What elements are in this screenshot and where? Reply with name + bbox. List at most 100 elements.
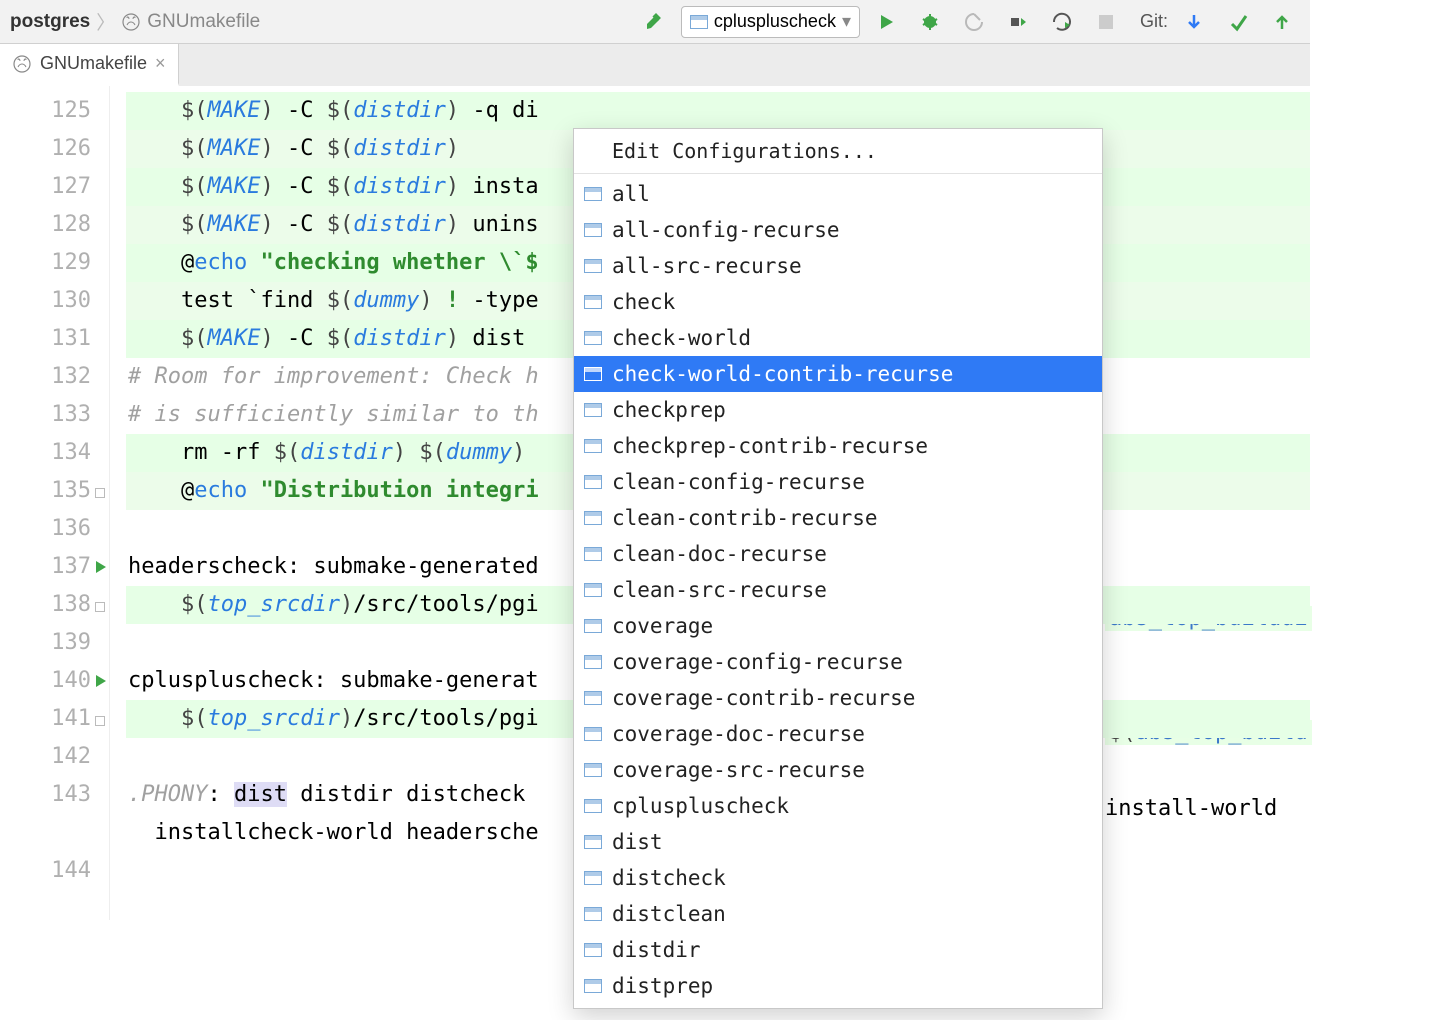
line-number: 129 xyxy=(0,244,91,282)
config-item-check-world-contrib-recurse[interactable]: check-world-contrib-recurse xyxy=(574,356,1102,392)
config-item-label: all-src-recurse xyxy=(612,254,802,278)
close-icon[interactable]: × xyxy=(155,53,166,74)
config-icon xyxy=(584,763,602,777)
config-item-all-config-recurse[interactable]: all-config-recurse xyxy=(574,212,1102,248)
line-number: 126 xyxy=(0,130,91,168)
config-icon xyxy=(584,583,602,597)
config-item-all-src-recurse[interactable]: all-src-recurse xyxy=(574,248,1102,284)
config-icon xyxy=(584,223,602,237)
config-item-all[interactable]: all xyxy=(574,176,1102,212)
config-icon xyxy=(584,619,602,633)
git-label: Git: xyxy=(1140,11,1168,32)
config-item-distdir[interactable]: distdir xyxy=(574,932,1102,968)
line-number: 130 xyxy=(0,282,91,320)
line-number: 127 xyxy=(0,168,91,206)
line-number: 125 xyxy=(0,92,91,130)
line-number: 143 xyxy=(0,776,91,814)
coverage-icon[interactable] xyxy=(956,6,992,38)
config-item-checkprep-contrib-recurse[interactable]: checkprep-contrib-recurse xyxy=(574,428,1102,464)
config-item-label: clean-contrib-recurse xyxy=(612,506,878,530)
config-item-coverage[interactable]: coverage xyxy=(574,608,1102,644)
config-item-coverage-doc-recurse[interactable]: coverage-doc-recurse xyxy=(574,716,1102,752)
config-item-label: coverage-contrib-recurse xyxy=(612,686,915,710)
line-number: 140 xyxy=(0,662,91,700)
config-item-check-world[interactable]: check-world xyxy=(574,320,1102,356)
config-item-label: coverage xyxy=(612,614,713,638)
config-icon xyxy=(584,187,602,201)
config-item-label: distdir xyxy=(612,938,701,962)
line-number: 139 xyxy=(0,624,91,662)
config-item-check[interactable]: check xyxy=(574,284,1102,320)
config-icon xyxy=(584,511,602,525)
gnu-icon xyxy=(121,12,141,32)
config-item-clean-doc-recurse[interactable]: clean-doc-recurse xyxy=(574,536,1102,572)
config-item-coverage-contrib-recurse[interactable]: coverage-contrib-recurse xyxy=(574,680,1102,716)
breadcrumb: postgres 〉 GNUmakefile xyxy=(10,8,260,35)
breadcrumb-project[interactable]: postgres xyxy=(10,11,90,33)
tab-gnumakefile[interactable]: GNUmakefile × xyxy=(0,44,179,86)
config-item-distcheck[interactable]: distcheck xyxy=(574,860,1102,896)
config-icon xyxy=(584,259,602,273)
build-hammer-icon[interactable] xyxy=(637,6,673,38)
config-item-distprep[interactable]: distprep xyxy=(574,968,1102,1004)
profile-icon[interactable] xyxy=(1000,6,1036,38)
line-number xyxy=(0,814,91,852)
config-item-label: coverage-doc-recurse xyxy=(612,722,865,746)
breadcrumb-file[interactable]: GNUmakefile xyxy=(147,11,260,33)
line-number: 138 xyxy=(0,586,91,624)
line-number: 144 xyxy=(0,852,91,890)
config-item-label: coverage-config-recurse xyxy=(612,650,903,674)
config-item-dist[interactable]: dist xyxy=(574,824,1102,860)
code-editor[interactable]: 1251261271281291301311321331341351361371… xyxy=(0,86,1310,920)
config-icon xyxy=(690,15,708,29)
git-update-icon[interactable] xyxy=(1176,6,1212,38)
config-item-label: clean-doc-recurse xyxy=(612,542,827,566)
code-line[interactable]: $(MAKE) -C $(distdir) -q di xyxy=(126,92,1310,130)
config-item-coverage-config-recurse[interactable]: coverage-config-recurse xyxy=(574,644,1102,680)
line-number: 134 xyxy=(0,434,91,472)
line-gutter: 1251261271281291301311321331341351361371… xyxy=(0,86,110,920)
edit-configurations[interactable]: Edit Configurations... xyxy=(574,129,1102,173)
config-item-label: clean-config-recurse xyxy=(612,470,865,494)
debug-icon[interactable] xyxy=(912,6,948,38)
separator xyxy=(574,173,1102,174)
config-icon xyxy=(584,871,602,885)
breadcrumb-separator: 〉 xyxy=(96,8,115,35)
run-with-icon[interactable] xyxy=(1044,6,1080,38)
config-item-clean-contrib-recurse[interactable]: clean-contrib-recurse xyxy=(574,500,1102,536)
line-number: 141 xyxy=(0,700,91,738)
config-item-cpluspluscheck[interactable]: cpluspluscheck xyxy=(574,788,1102,824)
config-icon xyxy=(584,943,602,957)
config-item-coverage-src-recurse[interactable]: coverage-src-recurse xyxy=(574,752,1102,788)
config-item-label: checkprep-contrib-recurse xyxy=(612,434,928,458)
config-item-checkprep[interactable]: checkprep xyxy=(574,392,1102,428)
run-icon[interactable] xyxy=(868,6,904,38)
config-item-distclean[interactable]: distclean xyxy=(574,896,1102,932)
config-item-label: all xyxy=(612,182,650,206)
config-item-label: check-world xyxy=(612,326,751,350)
git-commit-icon[interactable] xyxy=(1220,6,1256,38)
config-icon xyxy=(584,403,602,417)
line-number: 132 xyxy=(0,358,91,396)
line-number: 128 xyxy=(0,206,91,244)
config-icon xyxy=(584,799,602,813)
config-item-clean-config-recurse[interactable]: clean-config-recurse xyxy=(574,464,1102,500)
line-number: 135 xyxy=(0,472,91,510)
main-toolbar: postgres 〉 GNUmakefile cpluspluscheck ▾ … xyxy=(0,0,1310,44)
config-dropdown: Edit Configurations... all all-config-rec… xyxy=(573,128,1103,1009)
line-number: 137 xyxy=(0,548,91,586)
line-number: 133 xyxy=(0,396,91,434)
stop-icon[interactable] xyxy=(1088,6,1124,38)
config-icon xyxy=(584,727,602,741)
git-push-icon[interactable] xyxy=(1264,6,1300,38)
line-number: 136 xyxy=(0,510,91,548)
run-config-selector[interactable]: cpluspluscheck ▾ xyxy=(681,6,860,38)
config-icon xyxy=(584,691,602,705)
config-item-clean-src-recurse[interactable]: clean-src-recurse xyxy=(574,572,1102,608)
config-item-label: distprep xyxy=(612,974,713,998)
config-item-label: check xyxy=(612,290,675,314)
editor-tabs: GNUmakefile × xyxy=(0,44,1310,86)
config-item-label: clean-src-recurse xyxy=(612,578,827,602)
config-icon xyxy=(584,547,602,561)
config-icon xyxy=(584,439,602,453)
